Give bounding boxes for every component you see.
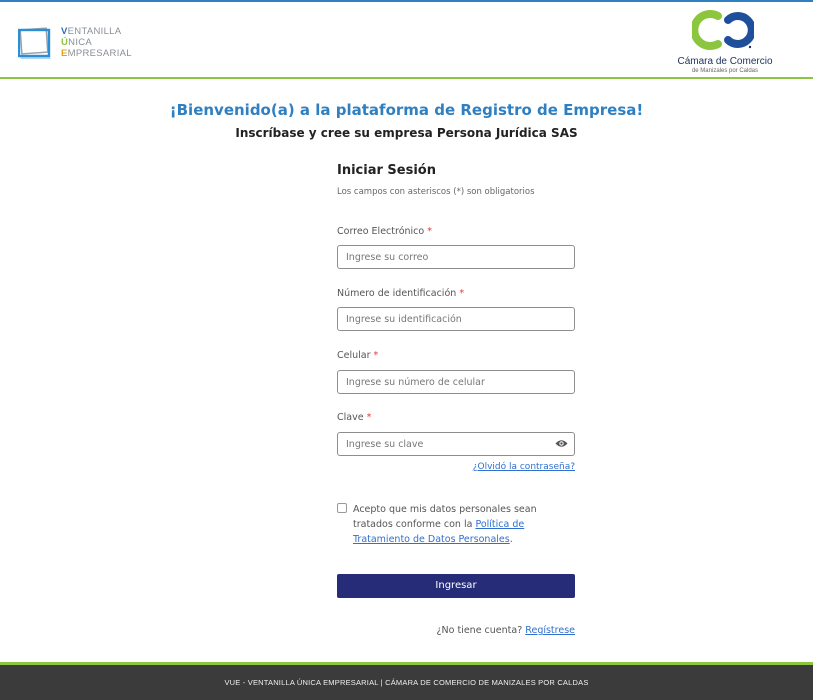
welcome-title: ¡Bienvenido(a) a la plataforma de Regist… — [169, 101, 644, 119]
page-header: VENTANILLA ÚNICA EMPRESARIAL Cámara de C… — [0, 2, 813, 77]
phone-label-text: Celular — [337, 350, 371, 361]
required-mark: * — [427, 226, 432, 237]
page-footer: VUE - VENTANILLA ÚNICA EMPRESARIAL | CÁM… — [0, 662, 813, 700]
vue-logo-icon — [18, 27, 51, 59]
chamber-logo-subtitle: de Manizales por Caldas — [691, 68, 759, 74]
email-input[interactable] — [337, 245, 575, 269]
eye-icon[interactable] — [555, 439, 568, 448]
vue-word-ventanilla: ENTANILLA — [67, 26, 122, 37]
forgot-password-link[interactable]: ¿Olvidó la contraseña? — [473, 462, 575, 472]
header-separator — [0, 77, 813, 79]
required-fields-note: Los campos con asteriscos (*) son obliga… — [337, 187, 535, 197]
required-mark: * — [373, 350, 379, 361]
password-field — [337, 432, 575, 456]
phone-input[interactable] — [337, 370, 575, 394]
signup-prompt: ¿No tiene cuenta? — [436, 625, 523, 636]
consent-text: Acepto que mis datos personales sean tra… — [353, 502, 575, 547]
id-number-input[interactable] — [337, 307, 575, 331]
required-mark: * — [366, 412, 372, 423]
chamber-logo-name: Cámara de Comercio — [677, 56, 773, 67]
vue-word-unica: NICA — [68, 37, 93, 48]
id-number-label: Número de identificación * — [337, 288, 464, 299]
vue-logo-text: VENTANILLA ÚNICA EMPRESARIAL — [61, 26, 132, 59]
page-subtitle: Inscríbase y cree su empresa Persona Jur… — [235, 126, 578, 140]
consent-checkbox[interactable] — [337, 503, 347, 513]
vue-word-empresarial: MPRESARIAL — [67, 48, 132, 59]
phone-label: Celular * — [337, 350, 378, 361]
login-title: Iniciar Sesión — [337, 163, 436, 178]
email-label-text: Correo Electrónico — [337, 226, 425, 237]
signup-link[interactable]: Regístrese — [525, 625, 575, 636]
login-button[interactable]: Ingresar — [337, 574, 575, 598]
chamber-logo-icon — [692, 10, 754, 50]
vue-logo[interactable]: VENTANILLA ÚNICA EMPRESARIAL — [18, 22, 132, 70]
email-label: Correo Electrónico * — [337, 226, 432, 237]
password-label-text: Clave — [337, 412, 364, 423]
footer-text: VUE - VENTANILLA ÚNICA EMPRESARIAL | CÁM… — [224, 678, 589, 687]
consent-text-after: . — [509, 534, 513, 545]
id-number-label-text: Número de identificación — [337, 288, 457, 299]
vue-initial-e: E — [61, 48, 68, 59]
password-input[interactable] — [337, 432, 575, 456]
chamber-of-commerce-logo[interactable]: Cámara de Comercio de Manizales por Cald… — [670, 8, 780, 78]
required-mark: * — [459, 288, 465, 299]
vue-initial-v: V — [61, 26, 68, 37]
password-label: Clave * — [337, 412, 371, 423]
signup-row: ¿No tiene cuenta? Regístrese — [436, 625, 575, 636]
